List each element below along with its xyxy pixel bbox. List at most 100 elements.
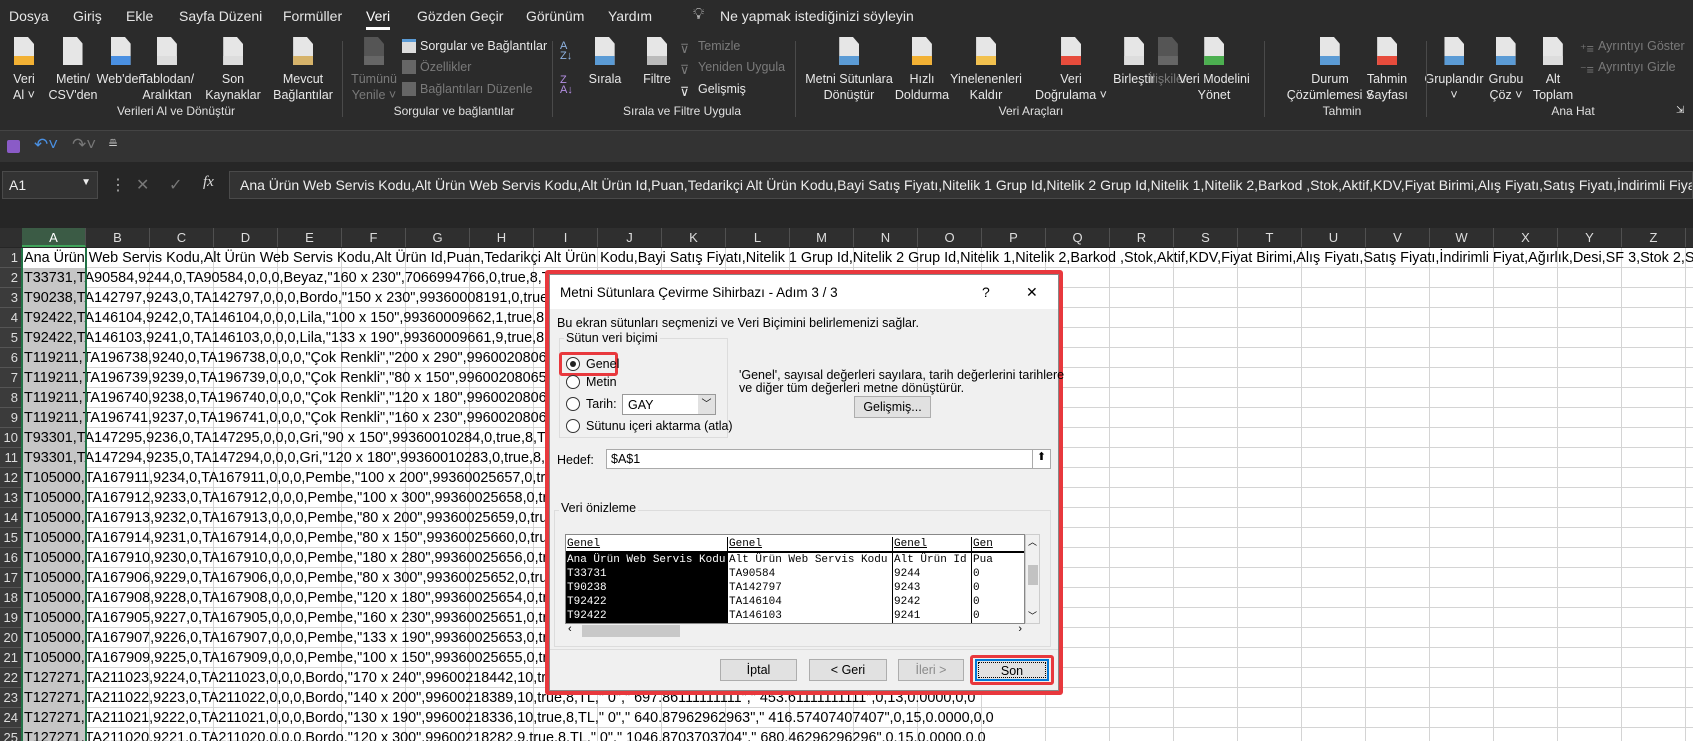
radio-skip[interactable] [566,419,580,433]
row-header[interactable]: 12 [0,468,22,488]
row-header[interactable]: 11 [0,448,22,468]
what-if-button[interactable]: Durum Çözümlemesi ˅ [1287,37,1373,103]
column-header-n[interactable]: N [854,228,918,247]
data-preview[interactable]: Genel Ana Ürün Web Servis Kodu T33731 T9023… [565,534,1025,624]
preview-vertical-scrollbar[interactable]: ︿ ﹀ [1025,534,1040,624]
flash-fill-button[interactable]: Hızlı Doldurma [895,37,949,103]
row-header[interactable]: 2 [0,268,22,288]
row-header[interactable]: 21 [0,648,22,668]
column-header-z[interactable]: Z [1622,228,1686,247]
scroll-up-icon[interactable]: ︿ [1028,535,1037,548]
row-header[interactable]: 5 [0,328,22,348]
row-header[interactable]: 13 [0,488,22,508]
preview-column-header[interactable]: Genel [566,537,727,553]
column-header-x[interactable]: X [1494,228,1558,247]
column-header-y[interactable]: Y [1558,228,1622,247]
remove-duplicates-button[interactable]: Yinelenenleri Kaldır [950,37,1022,103]
cell-text[interactable]: T127271,TA211023,9224,0,TA211023,0,0,0,B… [24,669,599,687]
sort-z-a-button[interactable]: Z A↓ [560,75,573,96]
column-header-d[interactable]: D [214,228,278,247]
tab-veri[interactable]: Veri [366,8,391,30]
data-model-button[interactable]: Veri Modelini Yönet [1178,37,1250,103]
cell-text[interactable]: T127271,TA211020,9221,0,TA211020,0,0,0,B… [24,729,986,741]
cell-text[interactable]: T105000,TA167906,9229,0,TA167906,0,0,0,P… [24,569,592,587]
radio-genel[interactable] [566,357,580,371]
tab-gozden-gecir[interactable]: Gözden Geçir [417,8,503,24]
row-header[interactable]: 20 [0,628,22,648]
cell-text[interactable]: T105000,TA167908,9228,0,TA167908,0,0,0,P… [24,589,600,607]
text-csv-button[interactable]: Metin/CSV'den [49,37,97,103]
cell-text[interactable]: T119211,TA196739,9239,0,TA196739,0,0,0,"… [24,369,591,387]
recent-sources-button[interactable]: Son Kaynaklar [205,37,261,103]
row-header[interactable]: 18 [0,588,22,608]
preview-column-header[interactable]: Gen [971,537,1024,553]
name-box[interactable]: A1 ▼ [2,171,98,199]
row-header[interactable]: 10 [0,428,22,448]
existing-connections-button[interactable]: Mevcut Bağlantılar [273,37,333,103]
radio-metin-label[interactable]: Metin [586,375,617,389]
cell-text[interactable]: Ana Ürün Web Servis Kodu,Alt Ürün Web Se… [24,249,1693,267]
cell-text[interactable]: T105000,TA167910,9230,0,TA167910,0,0,0,P… [24,549,600,567]
column-header-s[interactable]: S [1174,228,1238,247]
column-header-t[interactable]: T [1238,228,1302,247]
cell-text[interactable]: T119211,TA196738,9240,0,TA196738,0,0,0,"… [24,349,595,367]
table-button[interactable]: Tablodan/Aralıktan [140,37,194,103]
column-header-p[interactable]: P [982,228,1046,247]
row-header[interactable]: 3 [0,288,22,308]
preview-horizontal-scrollbar[interactable]: ‹ › [565,623,1025,638]
scroll-right-icon[interactable]: › [1018,623,1022,635]
column-header-g[interactable]: G [406,228,470,247]
column-header-i[interactable]: I [534,228,598,247]
tab-dosya[interactable]: Dosya [9,8,49,24]
row-header[interactable]: 19 [0,608,22,628]
tab-ekle[interactable]: Ekle [126,8,153,24]
queries-connections-button[interactable]: Sorgular ve Bağlantılar [402,39,547,53]
destination-input[interactable]: $A$1 ⬆ [606,449,1051,469]
column-header-q[interactable]: Q [1046,228,1110,247]
subtotal-button[interactable]: Alt Toplam [1533,37,1573,103]
cell-text[interactable]: T92422,TA146103,9241,0,TA146103,0,0,0,Li… [24,329,595,347]
radio-genel-label[interactable]: Genel [586,357,619,371]
sort-a-z-button[interactable]: A Z↓ [560,41,572,62]
radio-tarih[interactable] [566,397,580,411]
column-header-o[interactable]: O [918,228,982,247]
row-header[interactable]: 17 [0,568,22,588]
preview-column-header[interactable]: Genel [892,537,971,553]
row-header[interactable]: 23 [0,688,22,708]
tab-formuller[interactable]: Formüller [283,8,342,24]
advanced-filter-button[interactable]: ⊽ Gelişmiş [680,82,746,99]
tab-yardim[interactable]: Yardım [608,8,652,24]
cell-text[interactable]: T93301,TA147295,9236,0,TA147295,0,0,0,Gr… [24,429,589,447]
cell-text[interactable]: T105000,TA167912,9233,0,TA167912,0,0,0,P… [24,489,600,507]
group-button[interactable]: Gruplandır ˅ [1424,37,1484,103]
dialog-launcher-icon[interactable]: ⇲ [1676,105,1684,116]
forecast-sheet-button[interactable]: Tahmin Sayfası [1366,37,1408,103]
cell-text[interactable]: T90238,TA142797,9243,0,TA142797,0,0,0,Bo… [24,289,607,307]
sort-button[interactable]: Sırala [589,37,621,87]
filter-button[interactable]: Filtre [643,37,671,87]
cell-text[interactable]: T127271,TA211021,9222,0,TA211021,0,0,0,B… [24,709,994,727]
column-header-f[interactable]: F [342,228,406,247]
cell-text[interactable]: T119211,TA196741,9237,0,TA196741,0,0,0,"… [24,409,595,427]
chevron-down-icon[interactable]: ﹀ [698,395,715,414]
back-button[interactable]: < Geri [809,659,887,681]
cell-text[interactable]: T119211,TA196740,9238,0,TA196740,0,0,0,"… [24,389,595,407]
customize-qat-icon[interactable]: ≞ [108,137,118,151]
column-header-e[interactable]: E [278,228,342,247]
save-icon[interactable] [7,140,20,153]
advanced-button[interactable]: Gelişmiş... [854,396,931,418]
cell-text[interactable]: T93301,TA147294,9235,0,TA147294,0,0,0,Gr… [24,449,592,467]
column-header-u[interactable]: U [1302,228,1366,247]
finish-button[interactable]: Son [975,659,1049,681]
column-header-b[interactable]: B [86,228,150,247]
cell-text[interactable]: T105000,TA167911,9234,0,TA167911,0,0,0,P… [24,469,598,487]
tell-me-search[interactable]: Ne yapmak istediğinizi söyleyin [720,8,914,24]
radio-metin[interactable] [566,375,580,389]
column-header-h[interactable]: H [470,228,534,247]
tab-giris[interactable]: Giriş [73,8,102,24]
row-header[interactable]: 6 [0,348,22,368]
column-header-c[interactable]: C [150,228,214,247]
preview-column-header[interactable]: Genel [727,537,892,553]
cancel-button[interactable]: İptal [720,659,797,681]
column-header-r[interactable]: R [1110,228,1174,247]
